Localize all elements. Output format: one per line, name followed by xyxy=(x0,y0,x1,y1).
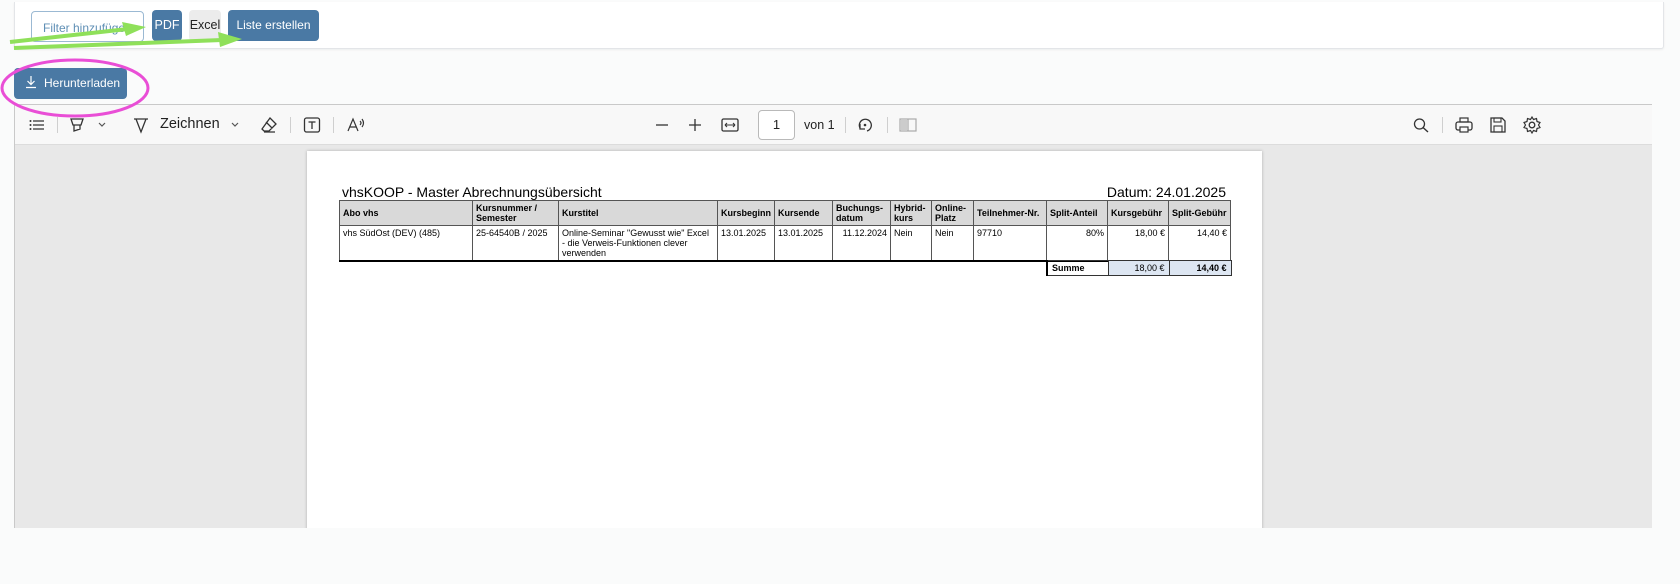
draw-icon[interactable] xyxy=(132,115,150,135)
cell-teilnehmer-nr: 97710 xyxy=(973,225,1047,262)
document-title: vhsKOOP - Master Abrechnungsübersicht xyxy=(342,184,602,200)
toolbar-divider xyxy=(887,117,888,133)
pdf-page: vhsKOOP - Master Abrechnungsübersicht Da… xyxy=(307,151,1262,528)
chevron-down-icon[interactable] xyxy=(230,115,240,135)
print-icon[interactable] xyxy=(1455,115,1473,135)
save-icon[interactable] xyxy=(1489,115,1507,135)
billing-table: Abo vhs Kursnummer / Semester Kurstitel … xyxy=(339,200,1231,262)
cell-kursnummer: 25-64540B / 2025 xyxy=(472,225,559,262)
toolbar-divider xyxy=(1442,117,1443,133)
cell-kursgebuehr: 18,00 € xyxy=(1107,225,1169,262)
table-header-row: Abo vhs Kursnummer / Semester Kurstitel … xyxy=(339,200,1231,226)
cell-kursbeginn: 13.01.2025 xyxy=(717,225,775,262)
cell-split-gebuehr: 14,40 € xyxy=(1168,225,1231,262)
outline-icon[interactable] xyxy=(28,115,46,135)
draw-label[interactable]: Zeichnen xyxy=(160,116,220,132)
column-header: Kursgebühr xyxy=(1107,200,1169,226)
pdf-viewer: Zeichnen 1 von 1 vhsKOOP - Master Abrech… xyxy=(14,104,1652,528)
eraser-icon[interactable] xyxy=(260,115,278,135)
toolbar-divider xyxy=(333,117,334,133)
pdf-viewer-toolbar: Zeichnen 1 von 1 xyxy=(15,105,1652,145)
sum-kursgebuehr: 18,00 € xyxy=(1107,260,1170,276)
settings-icon[interactable] xyxy=(1522,115,1542,135)
create-list-button[interactable]: Liste erstellen xyxy=(228,10,319,41)
page-view-icon xyxy=(899,115,917,135)
cell-kurstitel: Online-Seminar "Gewusst wie" Excel - die… xyxy=(558,225,718,262)
action-bar: Filter hinzufügen PDF Excel Liste erstel… xyxy=(14,2,1664,49)
cell-split-anteil: 80% xyxy=(1046,225,1108,262)
cell-abo-vhs: vhs SüdOst (DEV) (485) xyxy=(339,225,473,262)
column-header: Split-Anteil xyxy=(1046,200,1108,226)
download-icon xyxy=(26,76,36,89)
text-box-icon[interactable] xyxy=(303,115,321,135)
toolbar-divider xyxy=(57,117,58,133)
fit-width-icon[interactable] xyxy=(721,115,739,135)
add-filter-button[interactable]: Filter hinzufügen xyxy=(31,11,144,42)
page-count: von 1 xyxy=(804,118,835,132)
column-header: Buchungs-datum xyxy=(832,200,891,226)
column-header: Teilnehmer-Nr. xyxy=(973,200,1047,226)
search-icon[interactable] xyxy=(1412,115,1430,135)
table-row: vhs SüdOst (DEV) (485) 25-64540B / 2025 … xyxy=(339,225,1231,262)
document-date: Datum: 24.01.2025 xyxy=(1106,184,1226,200)
chevron-down-icon[interactable] xyxy=(97,115,107,135)
highlight-icon[interactable] xyxy=(68,115,86,135)
column-header: Abo vhs xyxy=(339,200,473,226)
sum-row: Summe 18,00 € 14,40 € xyxy=(1046,260,1232,276)
download-button[interactable]: Herunterladen xyxy=(14,68,127,99)
column-header: Online-Platz xyxy=(931,200,974,226)
column-header: Hybrid-kurs xyxy=(890,200,932,226)
download-label: Herunterladen xyxy=(44,76,121,90)
cell-hybridkurs: Nein xyxy=(890,225,932,262)
excel-format-button[interactable]: Excel xyxy=(189,10,221,41)
cell-buchungsdatum: 11.12.2024 xyxy=(832,225,891,262)
zoom-in-icon[interactable] xyxy=(688,115,702,135)
sum-label: Summe xyxy=(1046,260,1109,276)
page-number-input[interactable]: 1 xyxy=(758,110,795,140)
column-header: Kursnummer / Semester xyxy=(472,200,559,226)
column-header: Kursbeginn xyxy=(717,200,775,226)
pdf-format-button[interactable]: PDF xyxy=(152,10,182,41)
column-header: Kurstitel xyxy=(558,200,718,226)
read-aloud-icon[interactable] xyxy=(346,115,366,135)
sum-split-gebuehr: 14,40 € xyxy=(1168,260,1232,276)
column-header: Split-Gebühr xyxy=(1168,200,1231,226)
cell-online-platz: Nein xyxy=(931,225,974,262)
cell-kursende: 13.01.2025 xyxy=(774,225,833,262)
rotate-icon[interactable] xyxy=(856,115,874,135)
zoom-out-icon[interactable] xyxy=(655,115,669,135)
toolbar-divider xyxy=(290,117,291,133)
toolbar-divider xyxy=(845,117,846,133)
column-header: Kursende xyxy=(774,200,833,226)
